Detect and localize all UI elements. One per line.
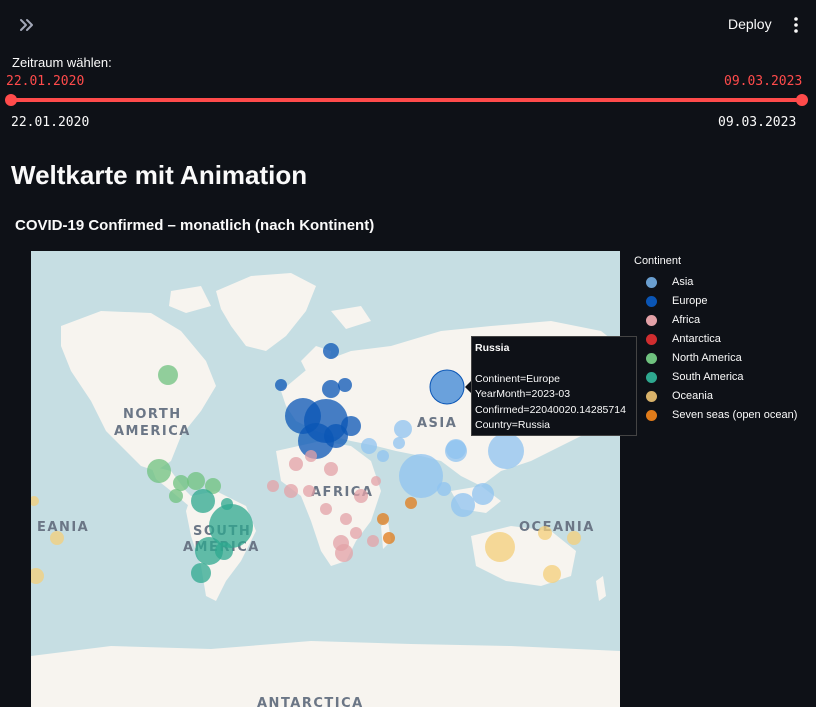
bubble-asia[interactable] — [361, 438, 377, 454]
bubble-seven-seas[interactable] — [383, 532, 395, 544]
map-label-oceania-left: EANIA — [37, 520, 89, 535]
bubble-south-america[interactable] — [215, 542, 233, 560]
bubble-oceania[interactable] — [485, 532, 515, 562]
bubble-africa[interactable] — [303, 485, 315, 497]
legend-dot-icon — [646, 410, 657, 421]
bubble-africa[interactable] — [354, 489, 368, 503]
double-chevron-right-icon[interactable] — [16, 14, 38, 36]
map-label-oceania: OCEANIA — [519, 520, 595, 535]
bubble-seven-seas[interactable] — [405, 497, 417, 509]
tooltip-line: Continent=Europe — [475, 372, 560, 385]
bubble-africa[interactable] — [320, 503, 332, 515]
legend-item-oceania[interactable]: Oceania — [634, 387, 797, 406]
bubble-oceania[interactable] — [538, 526, 552, 540]
bubble-europe[interactable] — [275, 379, 287, 391]
bubble-south-america[interactable] — [191, 563, 211, 583]
map-label-antarctica: ANTARCTICA — [257, 696, 364, 707]
bubble-south-america[interactable] — [191, 489, 215, 513]
map-label-north-america-line2: AMERICA — [114, 424, 191, 439]
bubble-africa[interactable] — [267, 480, 279, 492]
bubble-oceania[interactable] — [567, 531, 581, 545]
bubble-asia[interactable] — [393, 437, 405, 449]
world-map[interactable]: NORTH AMERICA SOUTH AMERICA AFRICA ASIA … — [31, 251, 620, 707]
bubble-africa[interactable] — [340, 513, 352, 525]
bubble-africa[interactable] — [371, 476, 381, 486]
legend-label: Oceania — [672, 390, 713, 402]
bubble-seven-seas[interactable] — [377, 513, 389, 525]
legend-dot-icon — [646, 334, 657, 345]
slider-track[interactable] — [10, 98, 802, 102]
bubble-south-america[interactable] — [221, 498, 233, 510]
legend-item-asia[interactable]: Asia — [634, 273, 797, 292]
bubble-africa[interactable] — [350, 527, 362, 539]
legend-label: Seven seas (open ocean) — [672, 409, 798, 421]
tooltip-line: Country=Russia — [475, 419, 550, 431]
legend-dot-icon — [646, 353, 657, 364]
bubble-africa[interactable] — [284, 484, 298, 498]
map-label-north-america-line1: NORTH — [123, 407, 182, 422]
bubble-europe[interactable] — [341, 416, 361, 436]
legend-label: Africa — [672, 314, 701, 326]
bubble-europe[interactable] — [323, 343, 339, 359]
slider-start-thumb[interactable] — [5, 94, 17, 106]
bubble-oceania[interactable] — [543, 565, 561, 583]
bubble-north-america[interactable] — [169, 489, 183, 503]
map-label-asia: ASIA — [417, 416, 457, 431]
slider-max-label: 09.03.2023 — [718, 115, 797, 130]
bubble-asia[interactable] — [394, 420, 412, 438]
bubble-asia[interactable] — [377, 450, 389, 462]
hover-tooltip: Russia Continent=Europe YearMonth=2023-0… — [471, 336, 637, 436]
legend-item-north-america[interactable]: North America — [634, 349, 797, 368]
tooltip-line: YearMonth=2023-03 — [475, 388, 571, 400]
bubble-asia[interactable] — [451, 493, 475, 517]
deploy-button[interactable]: Deploy — [720, 14, 780, 34]
bubble-north-america[interactable] — [173, 475, 189, 491]
slider-end-value: 09.03.2023 — [724, 74, 803, 89]
bubble-africa[interactable] — [289, 457, 303, 471]
bubble-asia[interactable] — [488, 433, 524, 469]
legend-label: South America — [672, 371, 744, 383]
bubble-asia[interactable] — [399, 454, 443, 498]
legend-item-africa[interactable]: Africa — [634, 311, 797, 330]
legend-dot-icon — [646, 391, 657, 402]
bubble-asia[interactable] — [437, 482, 451, 496]
legend-title: Continent — [634, 255, 682, 267]
slider-label: Zeitraum wählen: — [12, 55, 112, 70]
legend-item-seven-seas[interactable]: Seven seas (open ocean) — [634, 406, 797, 425]
legend-dot-icon — [646, 372, 657, 383]
legend-label: North America — [672, 352, 742, 364]
bubble-north-america[interactable] — [187, 472, 205, 490]
bubble-north-america[interactable] — [147, 459, 171, 483]
kebab-menu-icon[interactable] — [786, 14, 806, 36]
tooltip-line: Confirmed=22040020.14285714 — [475, 403, 626, 416]
bubble-asia[interactable] — [472, 483, 494, 505]
slider-min-label: 22.01.2020 — [11, 115, 90, 130]
tooltip-title: Russia — [475, 342, 510, 354]
chart-title: COVID-19 Confirmed – monatlich (nach Kon… — [15, 217, 375, 234]
legend-label: Asia — [672, 276, 694, 288]
legend-label: Antarctica — [672, 333, 721, 345]
legend-item-antarctica[interactable]: Antarctica — [634, 330, 797, 349]
bubble-africa[interactable] — [335, 544, 353, 562]
chart-legend: Continent Asia Europe Africa Antarctica … — [634, 255, 797, 425]
bubble-africa[interactable] — [305, 450, 317, 462]
bubble-asia[interactable] — [446, 439, 466, 459]
legend-dot-icon — [646, 277, 657, 288]
slider-start-value: 22.01.2020 — [6, 74, 85, 89]
bubble-oceania[interactable] — [50, 531, 64, 545]
legend-item-south-america[interactable]: South America — [634, 368, 797, 387]
page-title: Weltkarte mit Animation — [11, 160, 308, 190]
legend-label: Europe — [672, 295, 708, 307]
legend-dot-icon — [646, 296, 657, 307]
legend-dot-icon — [646, 315, 657, 326]
bubble-africa[interactable] — [324, 462, 338, 476]
bubble-europe[interactable] — [338, 378, 352, 392]
bubble-africa[interactable] — [367, 535, 379, 547]
bubble-europe[interactable] — [322, 380, 340, 398]
app-header: Deploy — [0, 0, 816, 50]
bubble-north-america[interactable] — [158, 365, 178, 385]
slider-end-thumb[interactable] — [796, 94, 808, 106]
legend-item-europe[interactable]: Europe — [634, 292, 797, 311]
